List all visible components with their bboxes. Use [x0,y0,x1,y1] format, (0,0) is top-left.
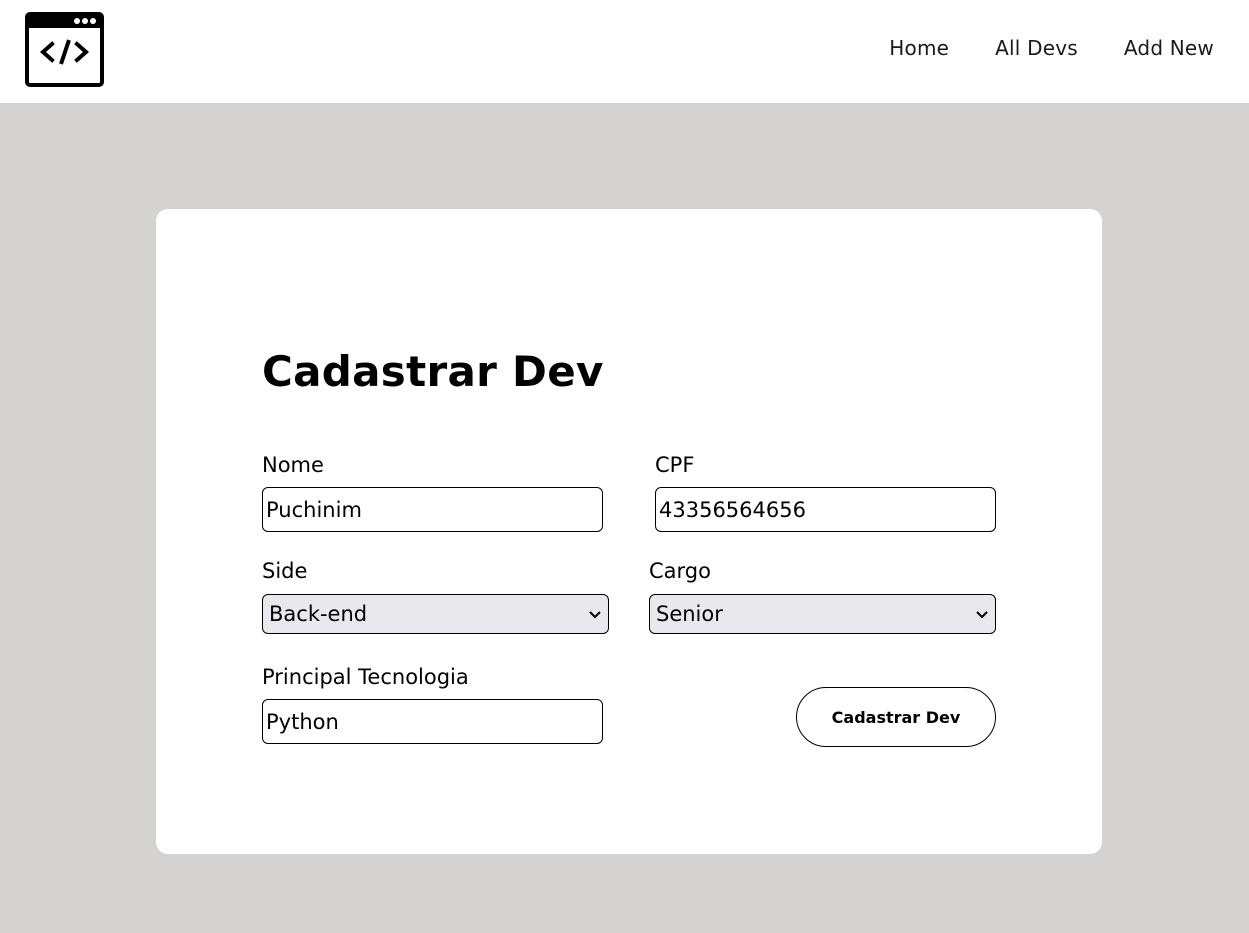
page-title: Cadastrar Dev [262,347,604,396]
nav-add-new[interactable]: Add New [1124,36,1214,60]
nome-label: Nome [262,453,324,477]
side-label: Side [262,559,308,583]
chevron-down-icon [589,611,601,619]
tecnologia-input[interactable] [262,699,603,744]
cargo-select[interactable]: Senior [649,594,996,634]
form-card: Cadastrar Dev Nome CPF Side Back-end Car… [156,209,1102,854]
header: Home All Devs Add New [0,0,1249,103]
main-nav: Home All Devs Add New [889,36,1214,60]
cpf-label: CPF [655,453,695,477]
chevron-down-icon [976,611,988,619]
cargo-selected-value: Senior [656,602,723,626]
tecnologia-label: Principal Tecnologia [262,665,469,689]
code-window-icon[interactable] [25,12,104,87]
nav-all-devs[interactable]: All Devs [995,36,1078,60]
cpf-input[interactable] [655,487,996,532]
cadastrar-dev-button[interactable]: Cadastrar Dev [796,687,996,747]
nome-input[interactable] [262,487,603,532]
cargo-label: Cargo [649,559,711,583]
side-select[interactable]: Back-end [262,594,609,634]
nav-home[interactable]: Home [889,36,949,60]
side-selected-value: Back-end [269,602,368,626]
